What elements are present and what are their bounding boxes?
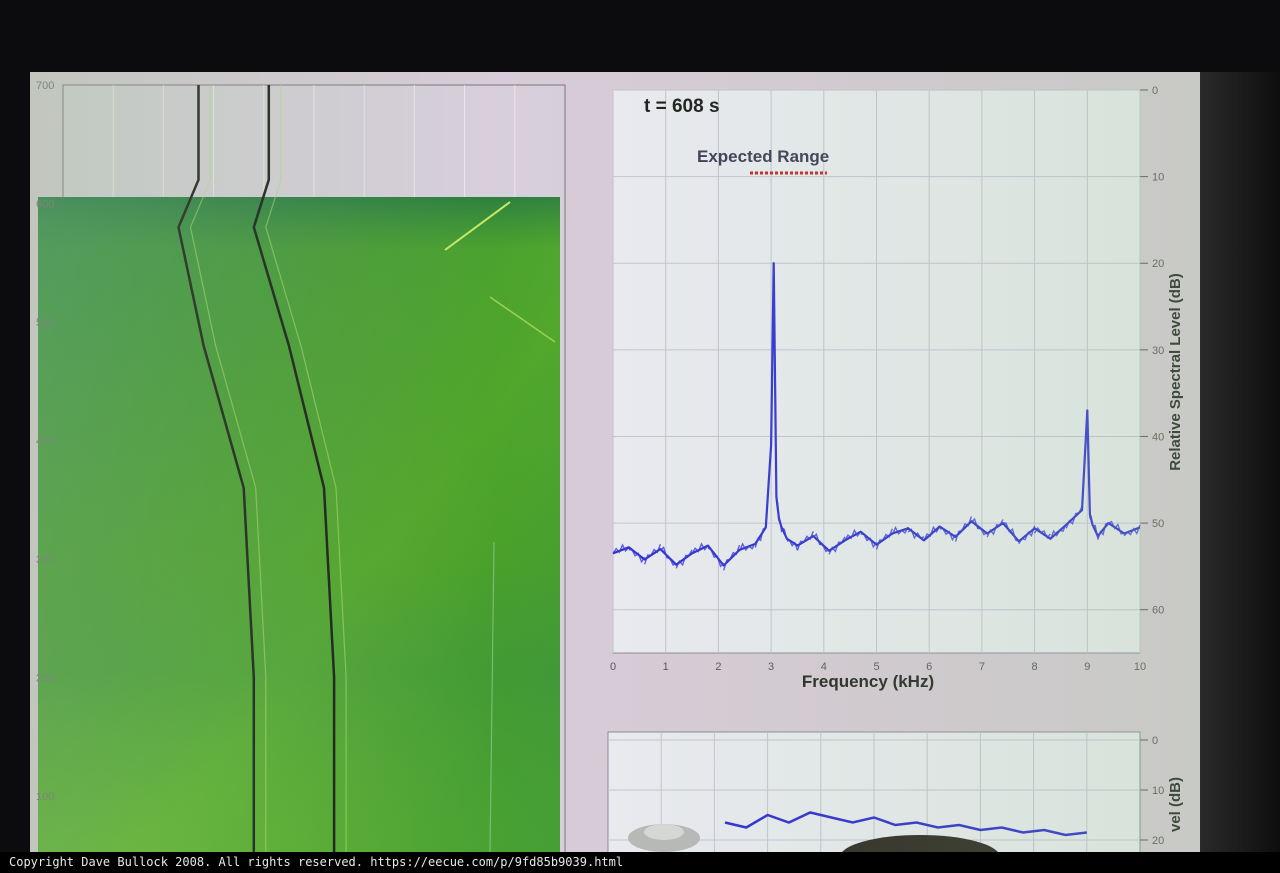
expected-range-label: Expected Range (697, 147, 829, 166)
lower-y-tick-label: 10 (1152, 785, 1164, 797)
spectrum-y-tick-label: 40 (1152, 431, 1164, 443)
waterfall-y-tick-label: 500 (36, 317, 54, 329)
spectrum-x-tick-label: 9 (1084, 661, 1090, 673)
spectrum-y-tick-label: 60 (1152, 605, 1164, 617)
spectrum-x-tick-label: 3 (768, 661, 774, 673)
foreground-lamp-top (644, 824, 684, 840)
spectrum-y-tick-label: 20 (1152, 258, 1164, 270)
spectrum-plot: 0 1 2 3 4 5 6 7 8 9 10 0102030405060 t = 608 s Exp… (610, 85, 1184, 691)
lower-y-tick-label: 0 (1152, 735, 1158, 747)
waterfall-y-tick-label: 400 (36, 435, 54, 447)
spectrum-x-tick-label: 7 (979, 661, 985, 673)
waterfall-y-tick-label: 300 (36, 554, 54, 566)
lower-y-tick-label: 20 (1152, 835, 1164, 847)
copyright-text: Copyright Dave Bullock 2008. All rights … (9, 855, 624, 869)
spectrum-y-tick-label: 50 (1152, 518, 1164, 530)
figure-canvas: 700600500400300200100 0 1 2 3 4 5 6 7 8 9 10 01020… (36, 80, 1184, 852)
spectrum-x-tick-label: 2 (715, 661, 721, 673)
waterfall-y-tick-label: 700 (36, 80, 54, 92)
spectrum-y-tick-label: 0 (1152, 85, 1158, 97)
spectrum-x-tick-label: 8 (1032, 661, 1038, 673)
spectrum-title: t = 608 s (644, 96, 720, 117)
spectrum-x-axis-label: Frequency (kHz) (802, 672, 934, 691)
waterfall-y-tick-label: 100 (36, 791, 54, 803)
projector-screen-edge (1200, 72, 1280, 852)
projected-screen: 700 600 500 400 300 200 100 0 1 2 3 4 5 6 7 8 9 10 0 10 20… (30, 72, 1200, 852)
spectrum-y-axis-label: Relative Spectral Level (dB) (1167, 273, 1184, 471)
spectrum-y-tick-label: 30 (1152, 345, 1164, 357)
spectrum-x-tick-label: 10 (1134, 661, 1146, 673)
spectrum-x-tick-label: 0 (610, 661, 616, 673)
lower-y-axis-label: vel (dB) (1167, 777, 1184, 832)
waterfall-y-tick-label: 600 (36, 198, 54, 210)
waterfall-y-tick-label: 200 (36, 672, 54, 684)
spectrum-x-tick-label: 1 (663, 661, 669, 673)
waterfall-spectrogram: 700 600 500 400 300 200 100 (36, 80, 566, 852)
waterfall-shading (38, 197, 560, 852)
spectrum-y-tick-label: 10 (1152, 172, 1164, 184)
